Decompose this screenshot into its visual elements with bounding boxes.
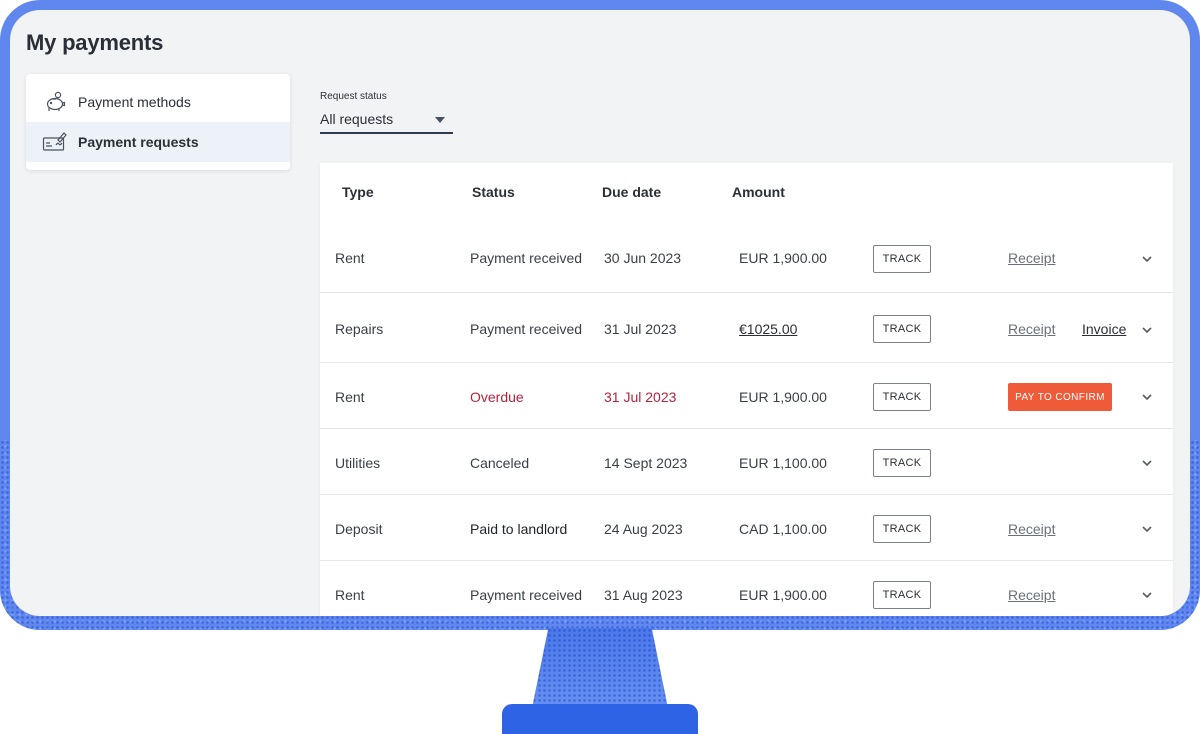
row-due-date: 14 Sept 2023 <box>604 455 688 471</box>
row-amount: EUR 1,100.00 <box>739 455 827 471</box>
row-amount: EUR 1,900.00 <box>739 389 827 405</box>
track-button[interactable]: TRACK <box>873 315 931 343</box>
screen: My payments Payment methods Payment requ… <box>10 10 1190 616</box>
table-row: Rent Overdue 31 Jul 2023 EUR 1,900.00 TR… <box>320 362 1173 429</box>
pay-to-confirm-button[interactable]: PAY TO CONFIRM <box>1008 383 1112 411</box>
table-row: Deposit Paid to landlord 24 Aug 2023 CAD… <box>320 494 1173 561</box>
chevron-down-icon[interactable] <box>1141 589 1153 601</box>
monitor-frame: My payments Payment methods Payment requ… <box>0 0 1200 630</box>
row-due-date: 24 Aug 2023 <box>604 521 683 537</box>
sidebar-nav: Payment methods Payment requests <box>26 74 290 170</box>
filter-label: Request status <box>320 91 387 102</box>
monitor-stand <box>532 628 668 708</box>
row-status: Payment received <box>470 250 583 266</box>
row-status: Canceled <box>470 455 530 471</box>
row-type: Repairs <box>335 321 384 337</box>
invoice-link[interactable]: Invoice <box>1082 321 1126 337</box>
table-row: Repairs Payment received 31 Jul 2023 €10… <box>320 292 1173 363</box>
row-type: Utilities <box>335 455 381 471</box>
chevron-down-icon[interactable] <box>1141 391 1153 403</box>
track-button[interactable]: TRACK <box>873 515 931 543</box>
track-button[interactable]: TRACK <box>873 581 931 609</box>
sidebar-item-payment-requests[interactable]: Payment requests <box>26 122 290 162</box>
payments-table: Type Status Due date Amount Rent Payment… <box>320 163 1173 616</box>
track-button[interactable]: TRACK <box>873 383 931 411</box>
row-due-date-overdue: 31 Jul 2023 <box>604 389 677 405</box>
receipt-link[interactable]: Receipt <box>1008 250 1055 266</box>
request-status-value: All requests <box>320 111 394 127</box>
chevron-down-icon[interactable] <box>1141 523 1153 535</box>
row-due-date: 30 Jun 2023 <box>604 250 682 266</box>
row-status: Paid to landlord <box>470 521 568 537</box>
row-type: Deposit <box>335 521 383 537</box>
table-header: Type Status Due date Amount <box>320 163 1173 219</box>
row-due-date: 31 Jul 2023 <box>604 321 677 337</box>
row-due-date: 31 Aug 2023 <box>604 587 683 603</box>
caret-down-icon <box>435 117 445 123</box>
row-status: Payment received <box>470 587 583 603</box>
row-amount: EUR 1,900.00 <box>739 587 827 603</box>
row-amount: CAD 1,100.00 <box>739 521 827 537</box>
row-type: Rent <box>335 587 365 603</box>
monitor-stand-base <box>502 704 698 734</box>
receipt-link[interactable]: Receipt <box>1008 587 1055 603</box>
payment-request-icon <box>42 129 68 155</box>
request-status-select[interactable]: All requests <box>320 108 453 134</box>
row-amount: EUR 1,900.00 <box>739 250 827 266</box>
track-button[interactable]: TRACK <box>873 245 931 273</box>
row-status-overdue: Overdue <box>470 389 524 405</box>
receipt-link[interactable]: Receipt <box>1008 521 1055 537</box>
page-title: My payments <box>26 30 164 55</box>
column-header-type: Type <box>342 184 374 200</box>
sidebar-item-label: Payment methods <box>78 94 191 110</box>
row-status: Payment received <box>470 321 583 337</box>
chevron-down-icon[interactable] <box>1141 457 1153 469</box>
row-amount-link[interactable]: €1025.00 <box>739 321 797 337</box>
chevron-down-icon[interactable] <box>1141 253 1153 265</box>
column-header-amount: Amount <box>732 184 785 200</box>
receipt-link[interactable]: Receipt <box>1008 321 1055 337</box>
row-type: Rent <box>335 250 365 266</box>
table-row: Rent Payment received 31 Aug 2023 EUR 1,… <box>320 560 1173 616</box>
piggy-bank-icon <box>42 89 68 115</box>
column-header-due-date: Due date <box>602 184 662 200</box>
column-header-status: Status <box>472 184 515 200</box>
track-button[interactable]: TRACK <box>873 449 931 477</box>
table-row: Utilities Canceled 14 Sept 2023 EUR 1,10… <box>320 428 1173 495</box>
chevron-down-icon[interactable] <box>1141 324 1153 336</box>
table-row: Rent Payment received 30 Jun 2023 EUR 1,… <box>320 226 1173 292</box>
sidebar-item-payment-methods[interactable]: Payment methods <box>26 82 290 122</box>
row-type: Rent <box>335 389 365 405</box>
sidebar-item-label: Payment requests <box>78 134 199 150</box>
